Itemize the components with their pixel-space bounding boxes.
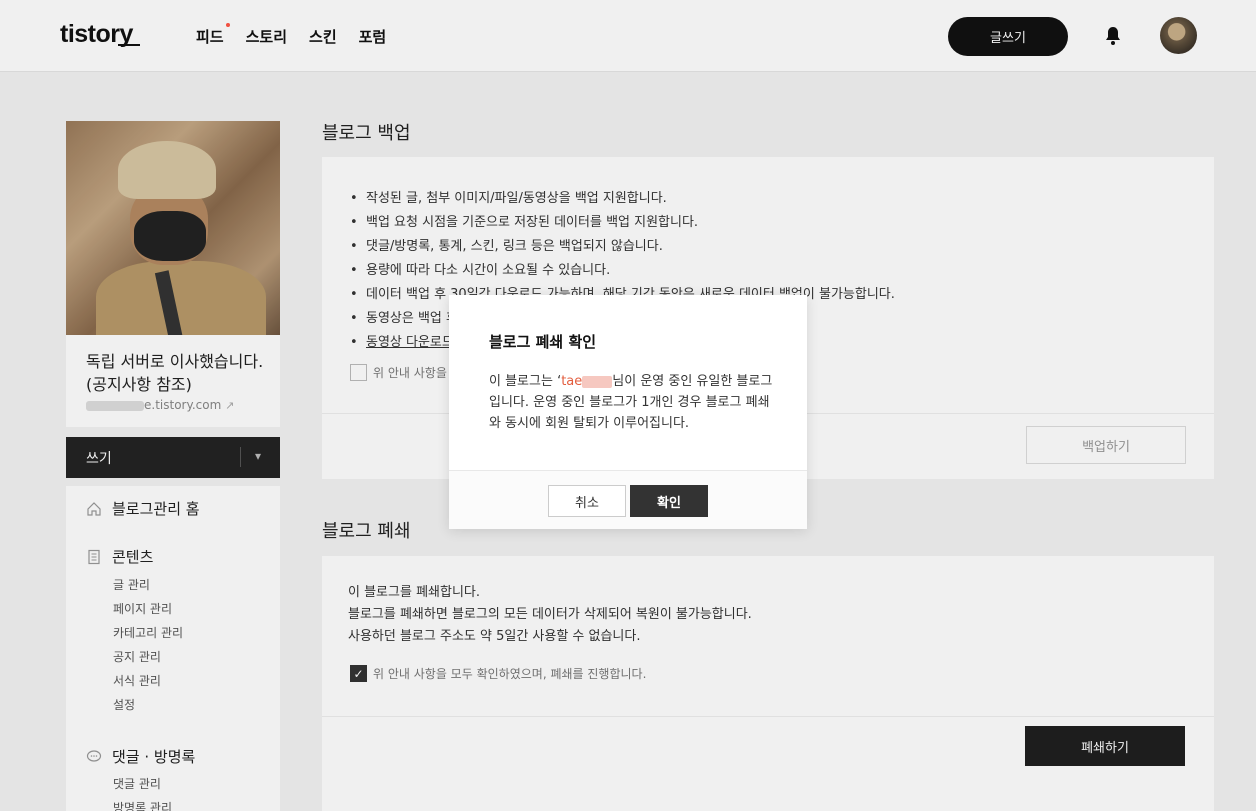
modal-title: 블로그 폐쇄 확인 [489,333,597,351]
cancel-button[interactable]: 취소 [548,485,626,517]
redacted-name [582,375,613,388]
confirm-button[interactable]: 확인 [630,485,708,517]
close-confirm-modal: 블로그 폐쇄 확인 이 블로그는 ‘tae 님이 운영 중인 유일한 블로그입니다… [449,295,807,529]
modal-footer: 취소 확인 [449,470,807,529]
modal-message: 이 블로그는 ‘tae 님이 운영 중인 유일한 블로그입니다. 운영 중인 블로… [489,371,779,434]
modal-message-pre: 이 블로그는 ‘ [489,374,562,389]
modal-username: tae [561,374,583,389]
